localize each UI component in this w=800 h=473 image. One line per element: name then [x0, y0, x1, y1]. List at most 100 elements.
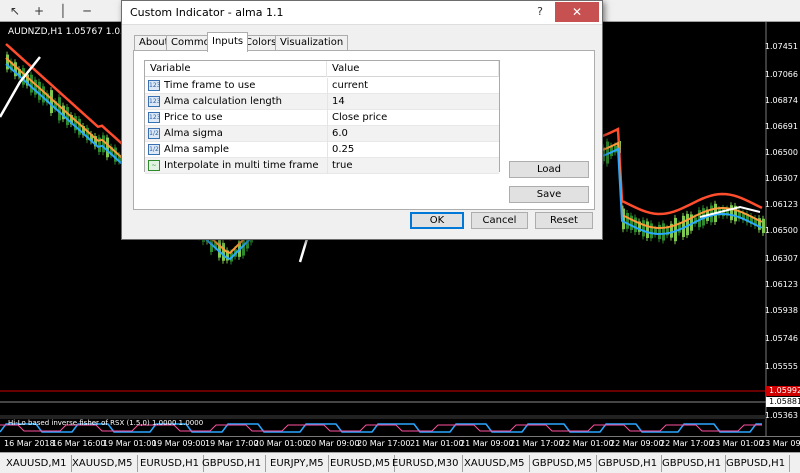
tab-visualization[interactable]: Visualization — [275, 35, 349, 51]
time-label: 20 Mar 09:00 — [306, 439, 360, 448]
input-variable: Time frame to use — [164, 80, 256, 91]
input-value[interactable]: true — [327, 158, 497, 174]
time-label: 16 Mar 2018 — [4, 439, 55, 448]
price-label: 1.06500 — [764, 226, 798, 235]
symbol-tab[interactable]: EURUSD,H1 — [136, 455, 205, 472]
price-label: 1.06691 — [764, 122, 798, 131]
symbol-tab[interactable]: EURUSD,M5 — [326, 455, 396, 472]
load-button[interactable]: Load — [509, 161, 589, 178]
price-label: 1.05938 — [764, 306, 798, 315]
input-variable: Alma calculation length — [164, 96, 283, 107]
input-value[interactable]: 0.25 — [327, 142, 497, 158]
candle — [66, 106, 69, 126]
input-row[interactable]: 123 Time frame to use current — [145, 78, 499, 94]
input-row[interactable]: ~ Interpolate in multi time frame mode? tr… — [145, 158, 499, 174]
inputs-panel: Variable Value 123 Time frame to use curre… — [133, 50, 595, 210]
time-label: 20 Mar 01:00 — [254, 439, 308, 448]
price-label: 1.05746 — [764, 334, 798, 343]
inputs-grid: Variable Value 123 Time frame to use curre… — [144, 60, 500, 174]
time-label: 22 Mar 09:00 — [610, 439, 664, 448]
time-label: 19 Mar 17:00 — [205, 439, 259, 448]
time-label: 21 Mar 01:00 — [410, 439, 464, 448]
input-value[interactable]: current — [327, 78, 497, 94]
number-type-icon: 1/2 — [148, 144, 160, 155]
symbol-tab[interactable]: XAUUSD,M5 — [460, 455, 530, 472]
candle — [634, 217, 637, 233]
time-label: 23 Mar 01:00 — [710, 439, 764, 448]
time-label: 19 Mar 01:00 — [103, 439, 157, 448]
candle — [730, 205, 733, 221]
time-label: 23 Mar 09:00 — [760, 439, 800, 448]
price-label: 1.07451 — [764, 42, 798, 51]
ok-button[interactable]: OK — [410, 212, 464, 229]
symbol-tab[interactable]: GBPUSD,M5 — [528, 455, 598, 472]
bool-type-icon: ~ — [148, 160, 160, 171]
candle — [38, 81, 41, 100]
candle — [102, 135, 105, 153]
time-label: 22 Mar 17:00 — [660, 439, 714, 448]
crosshair-icon[interactable]: + — [28, 2, 50, 20]
candle — [626, 212, 629, 229]
candle — [30, 74, 33, 93]
price-label: 1.06307 — [764, 254, 798, 263]
candle — [674, 217, 677, 242]
header-variable[interactable]: Variable — [145, 61, 327, 77]
input-value[interactable]: 6.0 — [327, 126, 497, 142]
input-variable: Price to use — [164, 112, 223, 123]
tab-inputs[interactable]: Inputs — [207, 32, 249, 52]
input-variable: Alma sigma — [164, 128, 223, 139]
price-highlight-white: 1.05881 — [766, 397, 800, 407]
time-label: 22 Mar 01:00 — [560, 439, 614, 448]
cursor-icon[interactable]: ↖ — [4, 2, 26, 20]
grid-header: Variable Value — [145, 61, 499, 77]
candle — [630, 215, 633, 231]
subwindow-label: Hi-Lo based inverse fisher of RSX (1.5,0… — [8, 419, 204, 427]
price-label: 1.06123 — [764, 280, 798, 289]
candle — [218, 238, 221, 258]
symbol-tab[interactable]: EURUSD,M30 — [388, 455, 464, 472]
symbol-tab[interactable]: XAUUSD,M1 — [2, 455, 72, 472]
symbol-tab[interactable]: EURJPY,M5 — [266, 455, 329, 472]
price-highlight-red: 1.05992 — [766, 386, 800, 396]
candle — [646, 221, 649, 239]
price-label: 1.06874 — [764, 96, 798, 105]
custom-indicator-dialog: Custom Indicator - alma 1.1 ? ✕ About Co… — [121, 0, 603, 240]
candle — [222, 242, 225, 261]
dialog-titlebar[interactable]: Custom Indicator - alma 1.1 ? ✕ — [122, 1, 602, 25]
symbol-tab[interactable]: GBPUSD,H1 — [198, 455, 267, 472]
dialog-title: Custom Indicator - alma 1.1 — [130, 6, 284, 19]
input-value[interactable]: 14 — [327, 94, 497, 110]
input-row[interactable]: 1/2 Alma sample 0.25 — [145, 142, 499, 158]
time-axis: 16 Mar 2018 16 Mar 16:00 19 Mar 01:00 19 Ma… — [0, 436, 800, 450]
input-row[interactable]: 123 Alma calculation length 14 — [145, 94, 499, 110]
reset-button[interactable]: Reset — [535, 212, 593, 229]
line-icon[interactable]: │ — [52, 2, 74, 20]
price-label: 1.05555 — [764, 362, 798, 371]
time-label: 20 Mar 17:00 — [357, 439, 411, 448]
symbol-tab[interactable]: GBPUSD,H1 — [722, 455, 791, 472]
hline-icon[interactable]: ─ — [76, 2, 98, 20]
input-row[interactable]: 123 Price to use Close price — [145, 110, 499, 126]
candle — [106, 137, 109, 158]
save-button[interactable]: Save — [509, 186, 589, 203]
price-label: 1.07066 — [764, 70, 798, 79]
cancel-button[interactable]: Cancel — [471, 212, 528, 229]
price-label: 1.06123 — [764, 200, 798, 209]
candle — [642, 220, 645, 237]
number-type-icon: 1/2 — [148, 128, 160, 139]
price-scale: 1.07451 1.07066 1.06874 1.06691 1.06500 … — [764, 22, 800, 426]
header-value[interactable]: Value — [327, 61, 499, 77]
price-label: 1.05363 — [764, 411, 798, 420]
number-type-icon: 123 — [148, 80, 161, 91]
symbol-tab[interactable]: XAUUSD,M5 — [68, 455, 138, 472]
time-label: 21 Mar 17:00 — [510, 439, 564, 448]
input-value[interactable]: Close price — [327, 110, 497, 126]
help-button[interactable]: ? — [528, 2, 552, 22]
symbol-tab[interactable]: GBPUSD,H1 — [658, 455, 727, 472]
number-type-icon: 123 — [148, 96, 161, 107]
symbol-tab[interactable]: GBPUSD,H1 — [594, 455, 663, 472]
input-row[interactable]: 1/2 Alma sigma 6.0 — [145, 126, 499, 142]
close-button[interactable]: ✕ — [555, 2, 599, 22]
candle — [662, 223, 665, 241]
time-label: 21 Mar 09:00 — [460, 439, 514, 448]
